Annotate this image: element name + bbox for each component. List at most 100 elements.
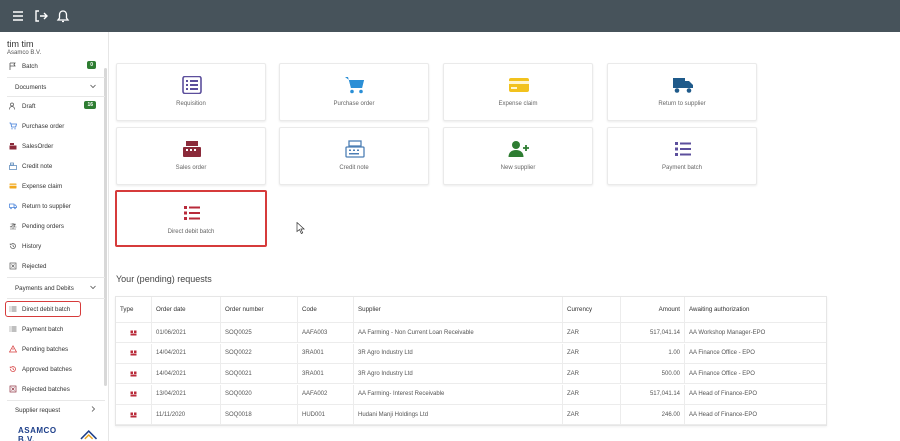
requests-table: Type Order date Order number Code Suppli… — [115, 296, 827, 426]
sidebar-scrollbar[interactable] — [104, 68, 107, 386]
cell-code: AAFA003 — [297, 323, 353, 342]
logo-text: ASAMCO B.V. — [18, 426, 57, 441]
sidebar-item-credit-note[interactable]: Credit note — [9, 159, 101, 173]
type-icon — [130, 330, 137, 335]
tile-sales-order[interactable]: Sales order — [116, 127, 266, 185]
section-label: Supplier request — [15, 406, 61, 414]
flag-icon — [9, 62, 16, 70]
sidebar-section-payments[interactable]: Payments and Debits — [15, 281, 101, 295]
col-code[interactable]: Code — [297, 297, 353, 322]
sidebar-item-batch[interactable]: Batch 0 — [9, 59, 101, 73]
cell-currency: ZAR — [562, 343, 620, 363]
user-org: Asamco B.V. — [7, 50, 42, 56]
tile-direct-debit-batch[interactable]: Direct debit batch — [115, 190, 267, 247]
col-order-number[interactable]: Order number — [220, 297, 297, 322]
sidebar-item-salesorder[interactable]: SalesOrder — [9, 139, 101, 153]
cell-code: HUD001 — [297, 405, 353, 424]
sidebar-item-rejected[interactable]: Rejected — [9, 259, 101, 273]
sidebar-item-expense-claim[interactable]: Expense claim — [9, 179, 101, 193]
cell-currency: ZAR — [562, 384, 620, 404]
col-type[interactable]: Type — [116, 297, 150, 322]
list-icon — [9, 306, 17, 312]
tile-label: Sales order — [175, 165, 207, 171]
cell-supplier: AA Farming - Non Current Loan Receivable — [353, 323, 562, 342]
cell-supplier: Hudani Manji Holdings Ltd — [353, 405, 562, 424]
list-box-icon — [182, 76, 202, 94]
cell-order-date: 13/04/2021 — [151, 384, 220, 404]
list-icon — [675, 142, 691, 156]
table-row[interactable]: 01/06/2021 SOQ0025 AAFA003 AA Farming - Non… — [116, 323, 826, 343]
tile-purchase-order[interactable]: Purchase order — [279, 63, 429, 121]
tile-return-to-supplier[interactable]: Return to supplier — [607, 63, 757, 121]
user-edit-icon — [9, 102, 15, 110]
tile-credit-note[interactable]: Credit note — [279, 127, 429, 185]
sidebar-item-return-to-supplier[interactable]: Return to supplier — [9, 199, 101, 213]
bell-icon[interactable] — [55, 8, 71, 24]
sidebar-item-rejected-batches[interactable]: Rejected batches — [9, 382, 101, 396]
cell-amount: 517,041.14 — [620, 323, 684, 342]
cash-register-icon — [9, 143, 17, 150]
logout-icon[interactable] — [33, 8, 49, 24]
table-row[interactable]: 14/04/2021 SOQ0021 3RA001 3R Agro Industry … — [116, 364, 826, 384]
cell-amount: 1.00 — [620, 343, 684, 363]
type-icon — [130, 391, 137, 397]
sidebar-item-payment-batch[interactable]: Payment batch — [9, 322, 101, 336]
cell-order-date: 14/04/2021 — [151, 364, 220, 383]
tile-expense-claim[interactable]: Expense claim — [443, 63, 593, 121]
cell-amount: 246.00 — [620, 405, 684, 424]
sidebar-item-pending-orders[interactable]: Pending orders — [9, 219, 101, 233]
company-logo: ASAMCO B.V. — [18, 426, 98, 441]
col-awaiting-authorization[interactable]: Awaiting authorization — [684, 297, 826, 322]
cell-currency: ZAR — [562, 323, 620, 342]
cell-order-number: SOQ0018 — [220, 405, 297, 424]
sidebar-item-draft[interactable]: Draft 16 — [9, 99, 101, 113]
sidebar-item-label: Expense claim — [22, 182, 63, 190]
table-row[interactable]: 14/04/2021 SOQ0022 3RA001 3R Agro Industry … — [116, 343, 826, 364]
cell-type — [116, 405, 150, 424]
cell-order-number: SOQ0021 — [220, 364, 297, 383]
credit-card-icon — [9, 183, 17, 189]
top-bar — [0, 0, 900, 32]
col-currency[interactable]: Currency — [562, 297, 620, 322]
sidebar-item-direct-debit-batch[interactable]: Direct debit batch — [5, 301, 81, 317]
sidebar-section-supplier-request[interactable]: Supplier request — [15, 403, 101, 417]
table-row[interactable]: 11/11/2020 SOQ0018 HUD001 Hudani Manji Hold… — [116, 405, 826, 425]
menu-icon[interactable] — [10, 8, 26, 24]
warning-icon — [9, 345, 17, 353]
section-label: Documents — [15, 83, 47, 91]
tile-label: New supplier — [500, 165, 536, 171]
truck-icon — [673, 78, 693, 93]
sidebar-item-approved-batches[interactable]: Approved batches — [9, 362, 101, 376]
chevron-right-icon — [91, 406, 96, 412]
credit-card-icon — [509, 78, 529, 92]
sidebar-item-purchase-order[interactable]: Purchase order — [9, 119, 101, 133]
sidebar-item-label: Draft — [22, 102, 36, 110]
tile-label: Return to supplier — [658, 101, 706, 107]
rejected-icon — [9, 262, 17, 270]
divider — [7, 298, 105, 299]
sidebar-item-label: Payment batch — [22, 325, 64, 333]
col-order-date[interactable]: Order date — [151, 297, 220, 322]
col-supplier[interactable]: Supplier — [353, 297, 562, 322]
tile-requisition[interactable]: Requisition — [116, 63, 266, 121]
col-amount[interactable]: Amount — [620, 297, 684, 322]
cell-code: AAFA002 — [297, 384, 353, 404]
mouse-cursor-icon — [296, 222, 306, 234]
cart-icon — [9, 122, 17, 130]
cell-type — [116, 385, 150, 404]
cell-currency: ZAR — [562, 364, 620, 383]
sidebar-item-label: Approved batches — [22, 365, 72, 373]
tile-label: Expense claim — [498, 101, 538, 107]
sidebar-item-history[interactable]: History — [9, 239, 101, 253]
user-name: tim tim — [7, 39, 34, 49]
tile-new-supplier[interactable]: New supplier — [443, 127, 593, 185]
sidebar-item-label: Rejected batches — [22, 385, 70, 393]
sidebar-section-documents[interactable]: Documents — [15, 80, 101, 94]
tile-payment-batch[interactable]: Payment batch — [607, 127, 757, 185]
divider — [7, 77, 105, 78]
sidebar-item-pending-batches[interactable]: Pending batches — [9, 342, 101, 356]
table-row[interactable]: 13/04/2021 SOQ0020 AAFA002 AA Farming- Inte… — [116, 384, 826, 405]
cell-awaiting-authorization: AA Head of Finance-EPO — [684, 384, 826, 404]
type-icon — [130, 412, 137, 417]
tile-label: Purchase order — [333, 101, 375, 107]
